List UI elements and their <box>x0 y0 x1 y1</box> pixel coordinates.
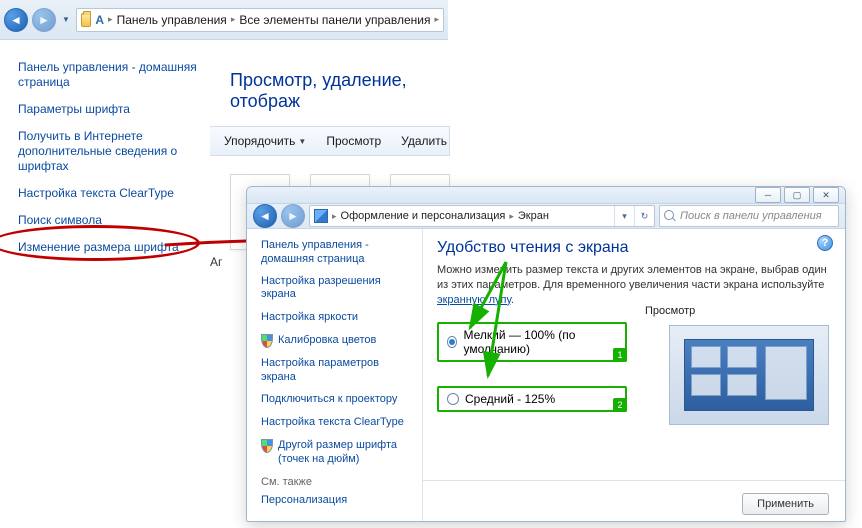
fg-breadcrumb-item[interactable]: Экран <box>514 210 553 222</box>
magnifier-link[interactable]: экранную лупу <box>437 294 511 306</box>
dpi-option-small[interactable]: Мелкий — 100% (по умолчанию) 1 <box>437 322 627 362</box>
preview-image <box>669 325 829 425</box>
breadcrumb-item[interactable]: Панель управления <box>117 13 227 27</box>
sidebar-link-home[interactable]: Панель управления - домашняя страница <box>18 60 202 90</box>
fg-nav-forward-button[interactable]: ► <box>281 204 305 228</box>
dpi-option-medium[interactable]: Средний - 125% 2 <box>437 386 627 412</box>
chevron-down-icon: ▼ <box>298 137 306 146</box>
annotation-tag-1: 1 <box>613 348 627 362</box>
control-panel-icon <box>314 209 328 223</box>
sidebar-link-cleartype[interactable]: Настройка текста ClearType <box>18 186 202 201</box>
dpi-option-medium-label: Средний - 125% <box>465 392 555 406</box>
search-icon <box>664 210 676 222</box>
fg-body: ? Панель управления - домашняя страница … <box>247 229 845 522</box>
sidebar-link-change-font-size[interactable]: Изменение размера шрифта <box>18 240 202 255</box>
close-button[interactable]: ✕ <box>813 187 839 203</box>
fg-sidebar-link-calibrate[interactable]: Калибровка цветов <box>261 334 414 348</box>
fg-sidebar-link-custom-dpi[interactable]: Другой размер шрифта (точек на дюйм) <box>261 439 414 467</box>
maximize-button[interactable]: ▢ <box>784 187 810 203</box>
font-category-icon: A <box>95 13 104 27</box>
sidebar-link-font-settings[interactable]: Параметры шрифта <box>18 102 202 117</box>
fg-breadcrumb-item[interactable]: Оформление и персонализация <box>337 210 510 222</box>
breadcrumb-dropdown[interactable]: ▾ <box>614 206 634 226</box>
fg-sidebar-link-resolution[interactable]: Настройка разрешения экрана <box>261 275 414 303</box>
fg-description: Можно изменить размер текста и других эл… <box>437 263 829 308</box>
bg-toolbar: Упорядочить ▼ Просмотр Удалить <box>210 126 450 156</box>
breadcrumb-item[interactable]: Все элементы панели управления <box>239 13 430 27</box>
nav-back-button[interactable]: ◄ <box>4 8 28 32</box>
nav-forward-button[interactable]: ► <box>32 8 56 32</box>
fg-sidebar-link-cleartype[interactable]: Настройка текста ClearType <box>261 416 414 430</box>
fg-page-title: Удобство чтения с экрана <box>437 239 829 257</box>
bg-breadcrumb-bar[interactable]: A ▸ Панель управления ▸ Все элементы пан… <box>76 8 444 32</box>
search-input[interactable]: Поиск в панели управления <box>659 205 839 227</box>
fg-nav-back-button[interactable]: ◄ <box>253 204 277 228</box>
fg-address-row: ◄ ► ▸ Оформление и персонализация ▸ Экра… <box>247 204 845 229</box>
shield-icon <box>261 334 273 348</box>
fg-sidebar-link-display-params[interactable]: Настройка параметров экрана <box>261 357 414 385</box>
fg-sidebar-link-brightness[interactable]: Настройка яркости <box>261 311 414 325</box>
toolbar-organize-label: Упорядочить <box>224 134 295 148</box>
fg-sidebar-link-projector[interactable]: Подключиться к проектору <box>261 393 414 407</box>
fg-breadcrumb-bar[interactable]: ▸ Оформление и персонализация ▸ Экран ▾ … <box>309 205 655 227</box>
fg-titlebar: ─ ▢ ✕ <box>247 187 845 204</box>
sidebar-link-find-char[interactable]: Поиск символа <box>18 213 202 228</box>
sidebar-link-online-font-info[interactable]: Получить в Интернете дополнительные свед… <box>18 129 202 174</box>
minimize-button[interactable]: ─ <box>755 187 781 203</box>
fg-sidebar-home[interactable]: Панель управления - домашняя страница <box>261 239 414 267</box>
display-settings-window: ─ ▢ ✕ ◄ ► ▸ Оформление и персонализация … <box>246 186 846 522</box>
toolbar-organize[interactable]: Упорядочить ▼ <box>216 130 314 152</box>
shield-icon <box>261 439 273 453</box>
fg-sidebar: Панель управления - домашняя страница На… <box>247 229 423 522</box>
chevron-right-icon: ▸ <box>108 14 113 25</box>
preview-label: Просмотр <box>645 305 695 317</box>
bg-sidebar: Панель управления - домашняя страница Па… <box>0 40 210 277</box>
bg-page-heading: Просмотр, удаление, отображ <box>210 40 450 126</box>
toolbar-delete[interactable]: Удалить <box>393 130 455 152</box>
footer-separator <box>423 480 845 481</box>
see-also-label: См. также <box>261 476 414 488</box>
toolbar-view[interactable]: Просмотр <box>318 130 389 152</box>
nav-history-dropdown[interactable]: ▼ <box>60 10 72 30</box>
bg-address-bar-row: ◄ ► ▼ A ▸ Панель управления ▸ Все элемен… <box>0 0 448 40</box>
annotation-tag-2: 2 <box>613 398 627 412</box>
dpi-option-small-label: Мелкий — 100% (по умолчанию) <box>463 328 617 356</box>
chevron-right-icon: ▸ <box>231 14 236 25</box>
chevron-right-icon: ▸ <box>434 14 439 25</box>
thumbnail-label-cut: Аг <box>210 255 222 269</box>
refresh-button[interactable]: ↻ <box>634 206 654 226</box>
fg-main-content: Удобство чтения с экрана Можно изменить … <box>423 229 845 522</box>
search-placeholder: Поиск в панели управления <box>680 210 822 222</box>
folder-icon <box>81 13 91 27</box>
fg-sidebar-link-personalization[interactable]: Персонализация <box>261 494 414 508</box>
radio-icon <box>447 336 457 348</box>
apply-button[interactable]: Применить <box>742 493 829 515</box>
radio-icon <box>447 393 459 405</box>
